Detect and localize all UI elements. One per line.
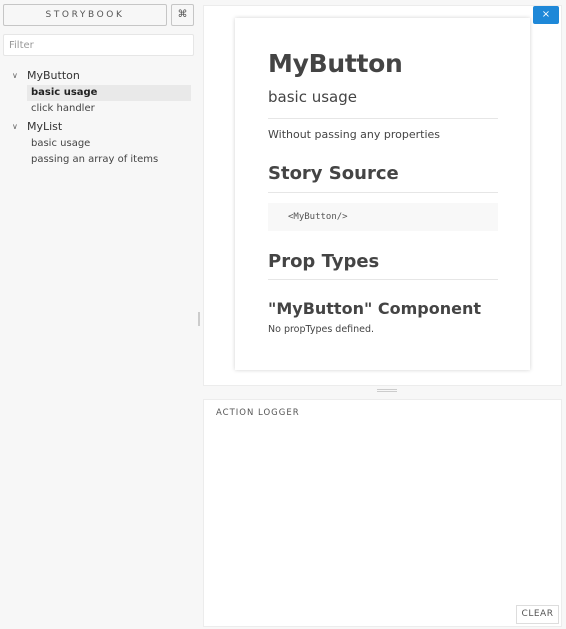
clear-button[interactable]: CLEAR xyxy=(516,605,559,624)
story-description: Without passing any properties xyxy=(268,128,441,141)
storybook-brand-button[interactable]: STORYBOOK xyxy=(3,4,167,26)
divider xyxy=(268,192,498,193)
component-heading: "MyButton" Component xyxy=(268,299,481,318)
fullscreen-close-button[interactable]: × xyxy=(533,6,559,24)
no-prop-types-note: No propTypes defined. xyxy=(268,324,375,335)
action-logger-title: ACTION LOGGER xyxy=(216,408,300,418)
divider xyxy=(268,279,498,280)
prop-types-heading: Prop Types xyxy=(268,251,380,272)
tree-story-mylist-passing-array[interactable]: passing an array of items xyxy=(27,152,191,168)
close-icon: × xyxy=(541,9,551,20)
tree-kind-label: MyButton xyxy=(27,69,80,82)
story-title: MyButton xyxy=(268,49,403,78)
story-source-code: <MyButton/> xyxy=(268,203,498,231)
tree-kind-mylist[interactable]: ∨ MyList xyxy=(0,117,199,136)
tree-story-mybutton-basic-usage[interactable]: basic usage xyxy=(27,85,191,101)
divider xyxy=(268,118,498,119)
shortcuts-button[interactable]: ⌘ xyxy=(171,4,194,26)
tree-story-mylist-basic-usage[interactable]: basic usage xyxy=(27,136,191,152)
story-subtitle: basic usage xyxy=(268,88,357,106)
action-logger-panel: ACTION LOGGER CLEAR xyxy=(203,399,562,627)
tree-story-mybutton-click-handler[interactable]: click handler xyxy=(27,101,191,117)
stories-tree: ∨ MyButton basic usage click handler ∨ M… xyxy=(0,66,199,168)
chevron-down-icon: ∨ xyxy=(12,71,18,80)
story-source-heading: Story Source xyxy=(268,163,399,184)
chevron-down-icon: ∨ xyxy=(12,122,18,131)
panel-resize-handle[interactable] xyxy=(377,389,397,392)
sidebar-resize-handle[interactable] xyxy=(198,312,200,326)
story-info-card: MyButton basic usage Without passing any… xyxy=(235,18,530,370)
sidebar: STORYBOOK ⌘ ∨ MyButton basic usage click… xyxy=(0,0,199,629)
tree-kind-mybutton[interactable]: ∨ MyButton xyxy=(0,66,199,85)
command-icon: ⌘ xyxy=(177,9,188,20)
tree-kind-label: MyList xyxy=(27,120,63,133)
filter-input[interactable] xyxy=(3,34,194,56)
